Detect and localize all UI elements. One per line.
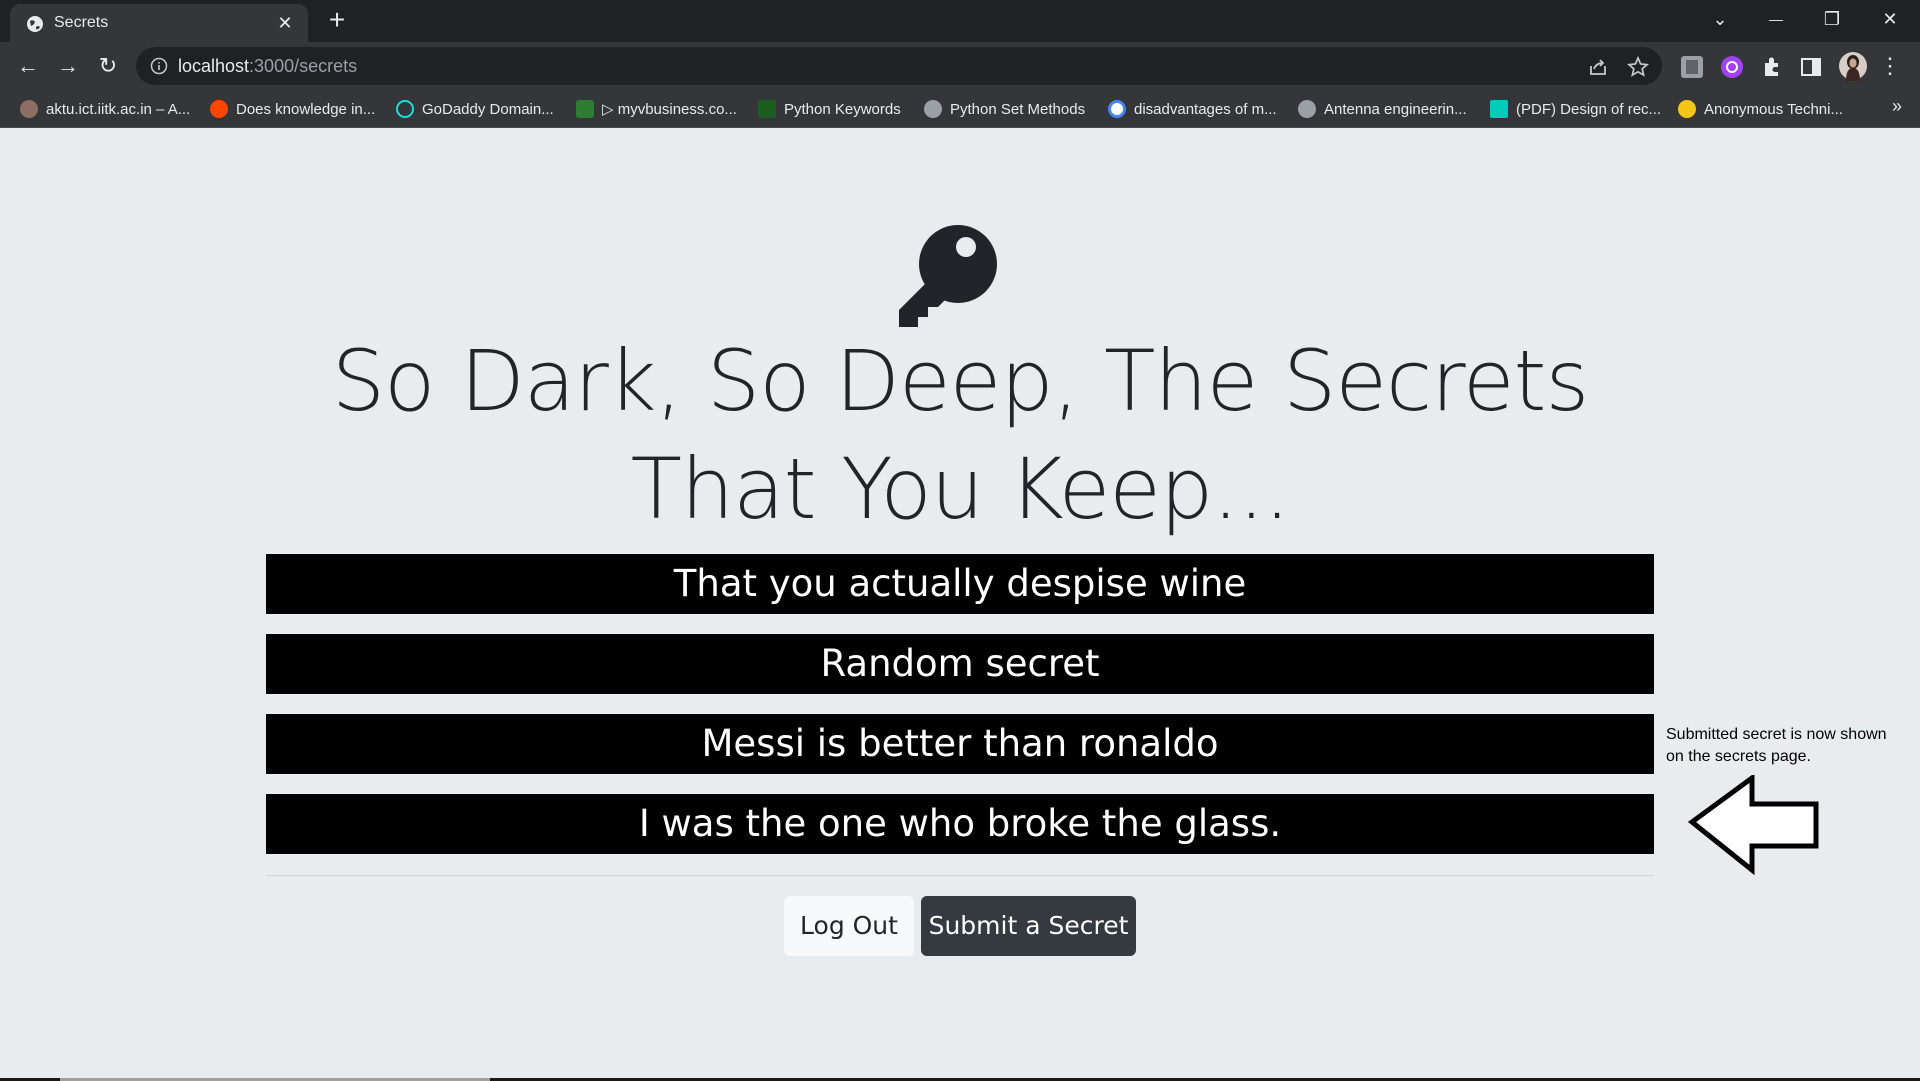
restore-button[interactable]: ❐ [1812,0,1852,38]
bookmark-label: disadvantages of m... [1134,100,1277,118]
globe-icon [1298,100,1316,118]
bookmark-label: Antenna engineerin... [1324,100,1467,118]
secret-item: I was the one who broke the glass. [266,794,1654,854]
researchgate-icon [1490,100,1508,118]
secret-item: That you actually despise wine [266,554,1654,614]
bookmark-label: aktu.ict.iitk.ac.in – A... [46,100,191,118]
share-icon[interactable] [1586,55,1610,79]
bookmark-item[interactable]: disadvantages of m... [1108,98,1277,120]
tab-search-icon[interactable]: ⌄ [1700,0,1740,38]
extension-icon[interactable] [1679,54,1705,80]
secret-item: Random secret [266,634,1654,694]
menu-dots-icon[interactable]: ⋮ [1878,50,1902,82]
bookmark-favicon-icon [576,100,594,118]
key-icon [899,225,997,327]
bookmark-favicon-icon [758,100,776,118]
browser-toolbar: ← → ↻ localhost:3000/secrets ⋮ [0,42,1920,90]
submit-secret-button[interactable]: Submit a Secret [921,896,1136,956]
window-close-button[interactable]: ✕ [1870,0,1910,38]
divider [266,875,1654,876]
bookmark-item[interactable]: (PDF) Design of rec... [1490,98,1661,120]
new-tab-button[interactable]: + [322,6,352,34]
extension-vpn-icon[interactable] [1719,54,1745,80]
logout-button[interactable]: Log Out [784,896,914,956]
puzzle-icon[interactable] [1759,54,1785,80]
bookmark-label: (PDF) Design of rec... [1516,100,1662,118]
bookmark-favicon-icon [1678,100,1696,118]
bookmark-label: ▷ myvbusiness.co... [602,101,737,118]
bookmark-item[interactable]: aktu.ict.iitk.ac.in – A... [20,98,190,120]
tab-strip: Secrets ✕ + ⌄ — ❐ ✕ [0,0,1920,42]
bookmark-favicon-icon [210,100,228,118]
bookmark-item[interactable]: Anonymous Techni... [1678,98,1843,120]
star-icon[interactable] [1626,55,1650,79]
bookmark-label: Anonymous Techni... [1704,100,1843,118]
bookmark-item[interactable]: ▷ myvbusiness.co... [576,98,737,120]
bookmarks-bar: aktu.ict.iitk.ac.in – A... Does knowledg… [0,90,1920,128]
url-host: localhost [178,56,250,76]
bookmark-item[interactable]: Python Keywords [758,98,901,120]
bookmark-label: Does knowledge in... [236,100,376,118]
globe-icon [924,100,942,118]
tab-title: Secrets [54,14,109,31]
url-text[interactable]: localhost:3000/secrets [178,56,357,77]
back-arrow-icon[interactable]: ← [12,50,44,82]
secret-item: Messi is better than ronaldo [266,714,1654,774]
minimize-button[interactable]: — [1756,0,1796,38]
globe-icon [27,16,43,32]
close-icon[interactable]: ✕ [274,12,296,34]
page-content: So Dark, So Deep, The Secrets That You K… [0,129,1920,1081]
reload-icon[interactable]: ↻ [92,50,124,82]
forward-arrow-icon[interactable]: → [52,50,84,82]
bookmark-label: Python Set Methods [950,100,1086,118]
arrow-left-outline-icon [1688,775,1819,875]
bookmark-item[interactable]: Antenna engineerin... [1298,98,1467,120]
sidebar-icon[interactable] [1798,54,1824,80]
bookmark-item[interactable]: Python Set Methods [924,98,1085,120]
bookmark-label: Python Keywords [784,100,901,118]
bookmark-label: GoDaddy Domain... [422,100,554,118]
annotation-note: Submitted secret is now shown on the sec… [1666,726,1887,765]
info-icon[interactable] [150,57,168,75]
bookmark-favicon-icon [20,100,38,118]
address-bar[interactable]: localhost:3000/secrets [136,47,1662,85]
bookmark-favicon-icon [396,100,414,118]
page-title: So Dark, So Deep, The Secrets That You K… [331,332,1590,538]
google-icon [1108,100,1126,118]
url-path: :3000/secrets [249,56,358,76]
bookmark-item[interactable]: GoDaddy Domain... [396,98,554,120]
tab-secrets[interactable]: Secrets ✕ [10,4,308,42]
bookmark-item[interactable]: Does knowledge in... [210,98,375,120]
avatar[interactable] [1838,51,1868,81]
bookmarks-overflow-button[interactable]: » [1892,96,1902,117]
